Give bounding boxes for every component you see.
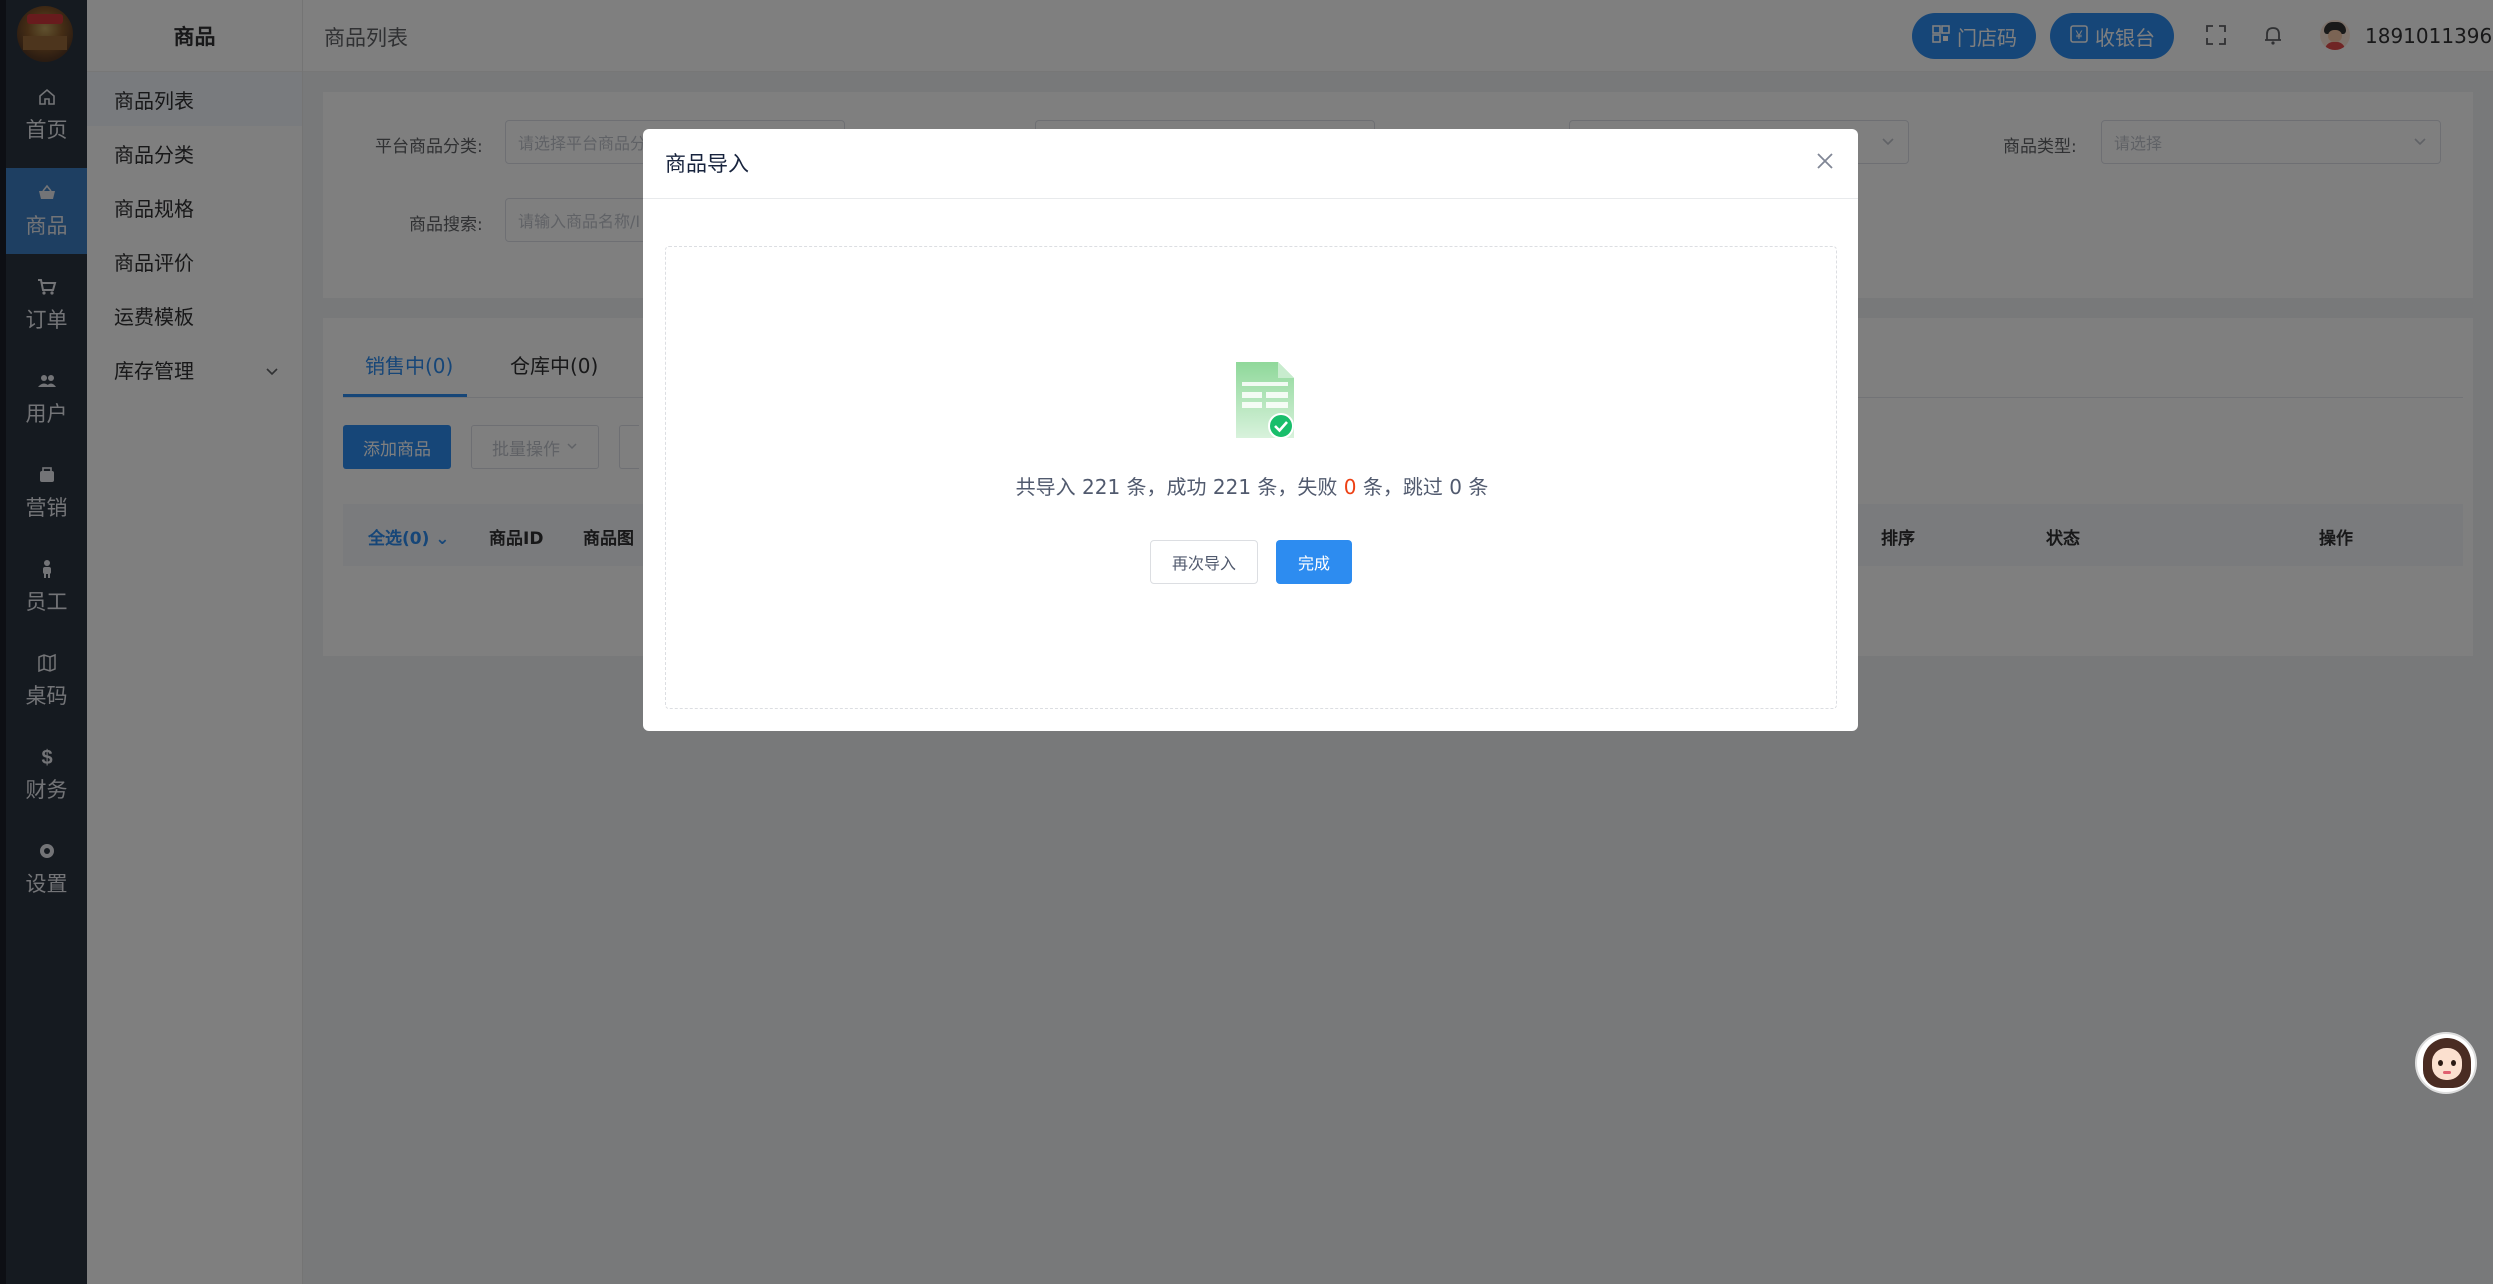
result-suffix: 条，跳过 0 条	[1356, 475, 1489, 499]
import-result-text: 共导入 221 条，成功 221 条，失败 0 条，跳过 0 条	[666, 471, 1838, 500]
result-prefix: 共导入 221 条，成功 221 条，失败	[1015, 475, 1344, 499]
spreadsheet-success-icon	[1236, 362, 1298, 440]
customer-service-avatar[interactable]	[2415, 1032, 2477, 1094]
product-import-modal: 商品导入 共导入 221 条，成功 221 条，失败 0 条，跳过 0 条 再次…	[643, 129, 1858, 731]
modal-title: 商品导入	[665, 152, 749, 176]
reimport-button[interactable]: 再次导入	[1150, 540, 1258, 584]
modal-divider	[643, 198, 1858, 199]
done-button[interactable]: 完成	[1276, 540, 1352, 584]
close-icon[interactable]	[1813, 149, 1837, 173]
import-result-area: 共导入 221 条，成功 221 条，失败 0 条，跳过 0 条 再次导入 完成	[665, 246, 1837, 709]
fail-count: 0	[1343, 475, 1357, 499]
